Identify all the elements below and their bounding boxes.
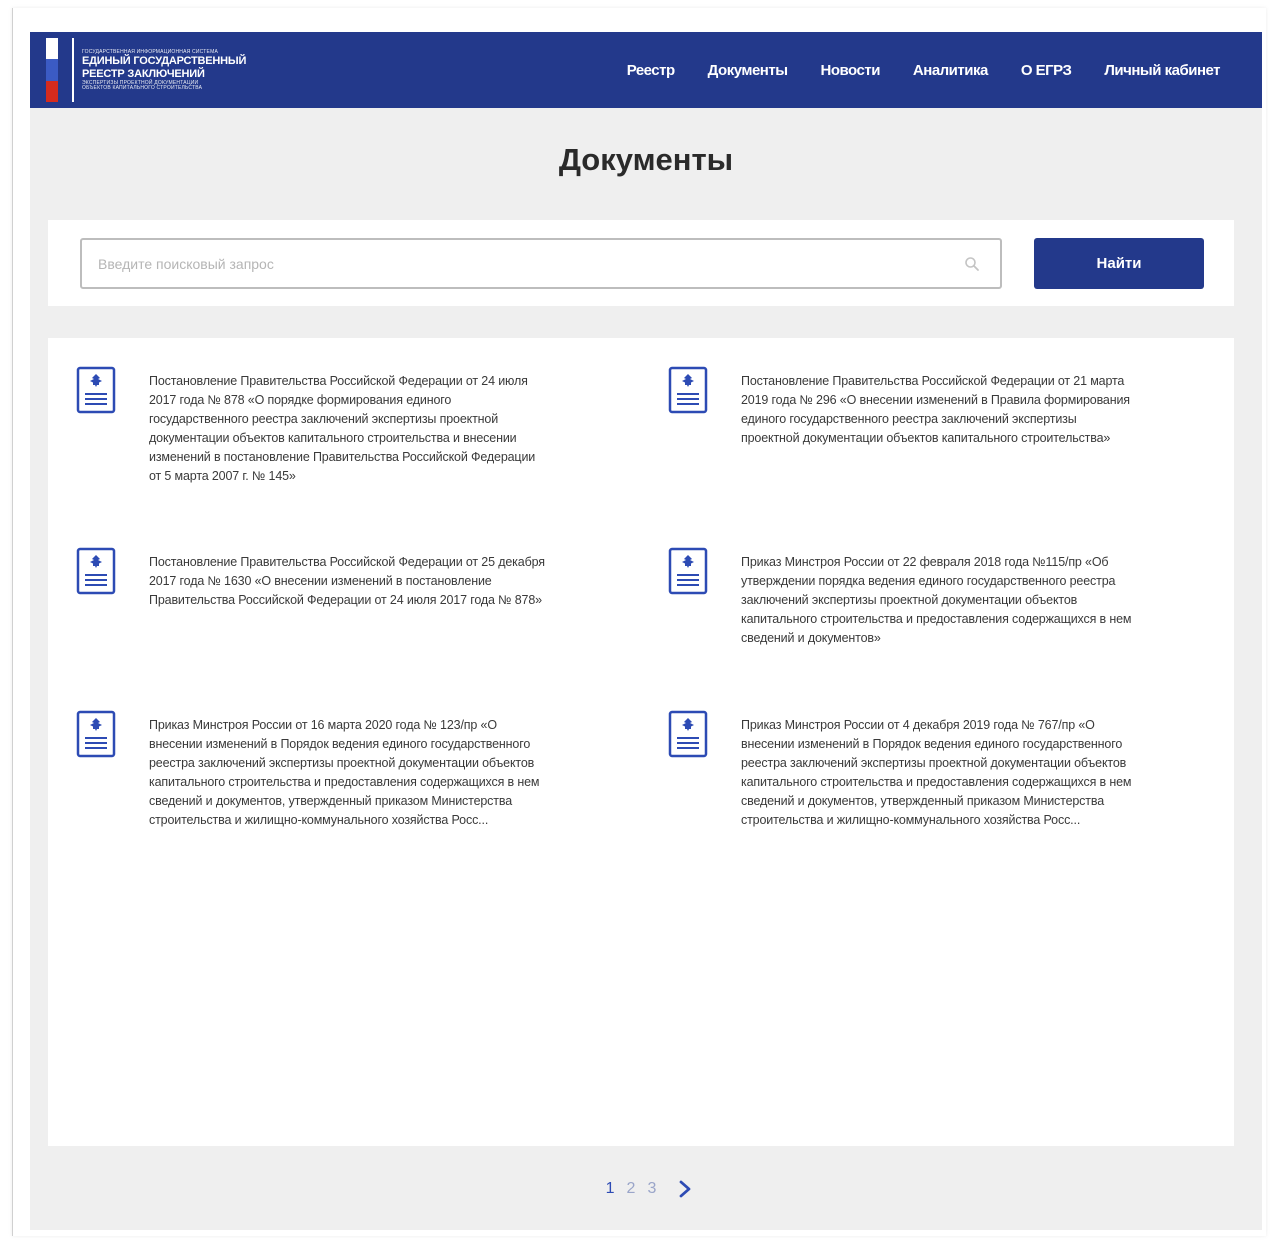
logo-line-3: РЕЕСТР ЗАКЛЮЧЕНИЙ (82, 67, 205, 80)
search-box[interactable] (80, 238, 1002, 289)
document-emblem-icon (76, 547, 116, 595)
logo-line-5: ОБЪЕКТОВ КАПИТАЛЬНОГО СТРОИТЕЛЬСТВА (82, 84, 203, 91)
document-title: Приказ Минстроя России от 4 декабря 2019… (741, 718, 1132, 827)
document-title: Постановление Правительства Российской Ф… (741, 374, 1130, 445)
nav-item-analytics[interactable]: Аналитика (913, 62, 988, 79)
document-title: Приказ Минстроя России от 22 февраля 201… (741, 555, 1132, 645)
document-item[interactable]: Постановление Правительства Российской Ф… (668, 366, 1138, 448)
document-item[interactable]: Постановление Правительства Российской Ф… (76, 547, 546, 610)
logo-line-2: ЕДИНЫЙ ГОСУДАРСТВЕННЫЙ (82, 54, 247, 67)
document-emblem-icon (668, 710, 708, 758)
page-link-3[interactable]: 3 (647, 1180, 656, 1198)
document-title: Постановление Правительства Российской Ф… (149, 555, 545, 607)
page-title: Документы (558, 142, 734, 177)
document-item[interactable]: Приказ Минстроя России от 16 марта 2020 … (76, 710, 546, 830)
logo-text: ГОСУДАРСТВЕННАЯ ИНФОРМАЦИОННАЯ СИСТЕМА Е… (82, 48, 247, 91)
site-logo[interactable]: ГОСУДАРСТВЕННАЯ ИНФОРМАЦИОННАЯ СИСТЕМА Е… (46, 38, 246, 102)
search-input[interactable] (98, 255, 918, 272)
page: ГОСУДАРСТВЕННАЯ ИНФОРМАЦИОННАЯ СИСТЕМА Е… (30, 32, 1262, 1230)
document-emblem-icon (668, 366, 708, 414)
logo-line-1: ГОСУДАРСТВЕННАЯ ИНФОРМАЦИОННАЯ СИСТЕМА (82, 48, 218, 55)
document-emblem-icon (668, 547, 708, 595)
nav-item-news[interactable]: Новости (821, 62, 881, 79)
site-header: ГОСУДАРСТВЕННАЯ ИНФОРМАЦИОННАЯ СИСТЕМА Е… (30, 32, 1262, 108)
russian-flag-icon (46, 38, 58, 102)
document-emblem-icon (76, 710, 116, 758)
document-emblem-icon (76, 366, 116, 414)
document-item[interactable]: Приказ Минстроя России от 4 декабря 2019… (668, 710, 1138, 830)
document-item[interactable]: Приказ Минстроя России от 22 февраля 201… (668, 547, 1138, 648)
document-title: Постановление Правительства Российской Ф… (149, 374, 536, 483)
search-panel: Найти (48, 220, 1234, 306)
nav-item-documents[interactable]: Документы (708, 62, 788, 79)
nav-item-account[interactable]: Личный кабинет (1104, 62, 1220, 79)
document-title: Приказ Минстроя России от 16 марта 2020 … (149, 718, 540, 827)
main-nav: Реестр Документы Новости Аналитика О ЕГР… (627, 62, 1221, 79)
page-link-2[interactable]: 2 (627, 1180, 636, 1198)
logo-divider (72, 38, 74, 102)
nav-item-about[interactable]: О ЕГРЗ (1021, 62, 1072, 79)
find-button[interactable]: Найти (1034, 238, 1204, 289)
pagination: 1 2 3 (30, 1180, 1262, 1198)
chevron-right-icon[interactable] (678, 1180, 692, 1198)
page-link-1[interactable]: 1 (606, 1180, 615, 1198)
documents-panel: Постановление Правительства Российской Ф… (48, 338, 1234, 1146)
document-item[interactable]: Постановление Правительства Российской Ф… (76, 366, 546, 486)
nav-item-registry[interactable]: Реестр (627, 62, 675, 79)
search-icon[interactable] (964, 256, 980, 272)
